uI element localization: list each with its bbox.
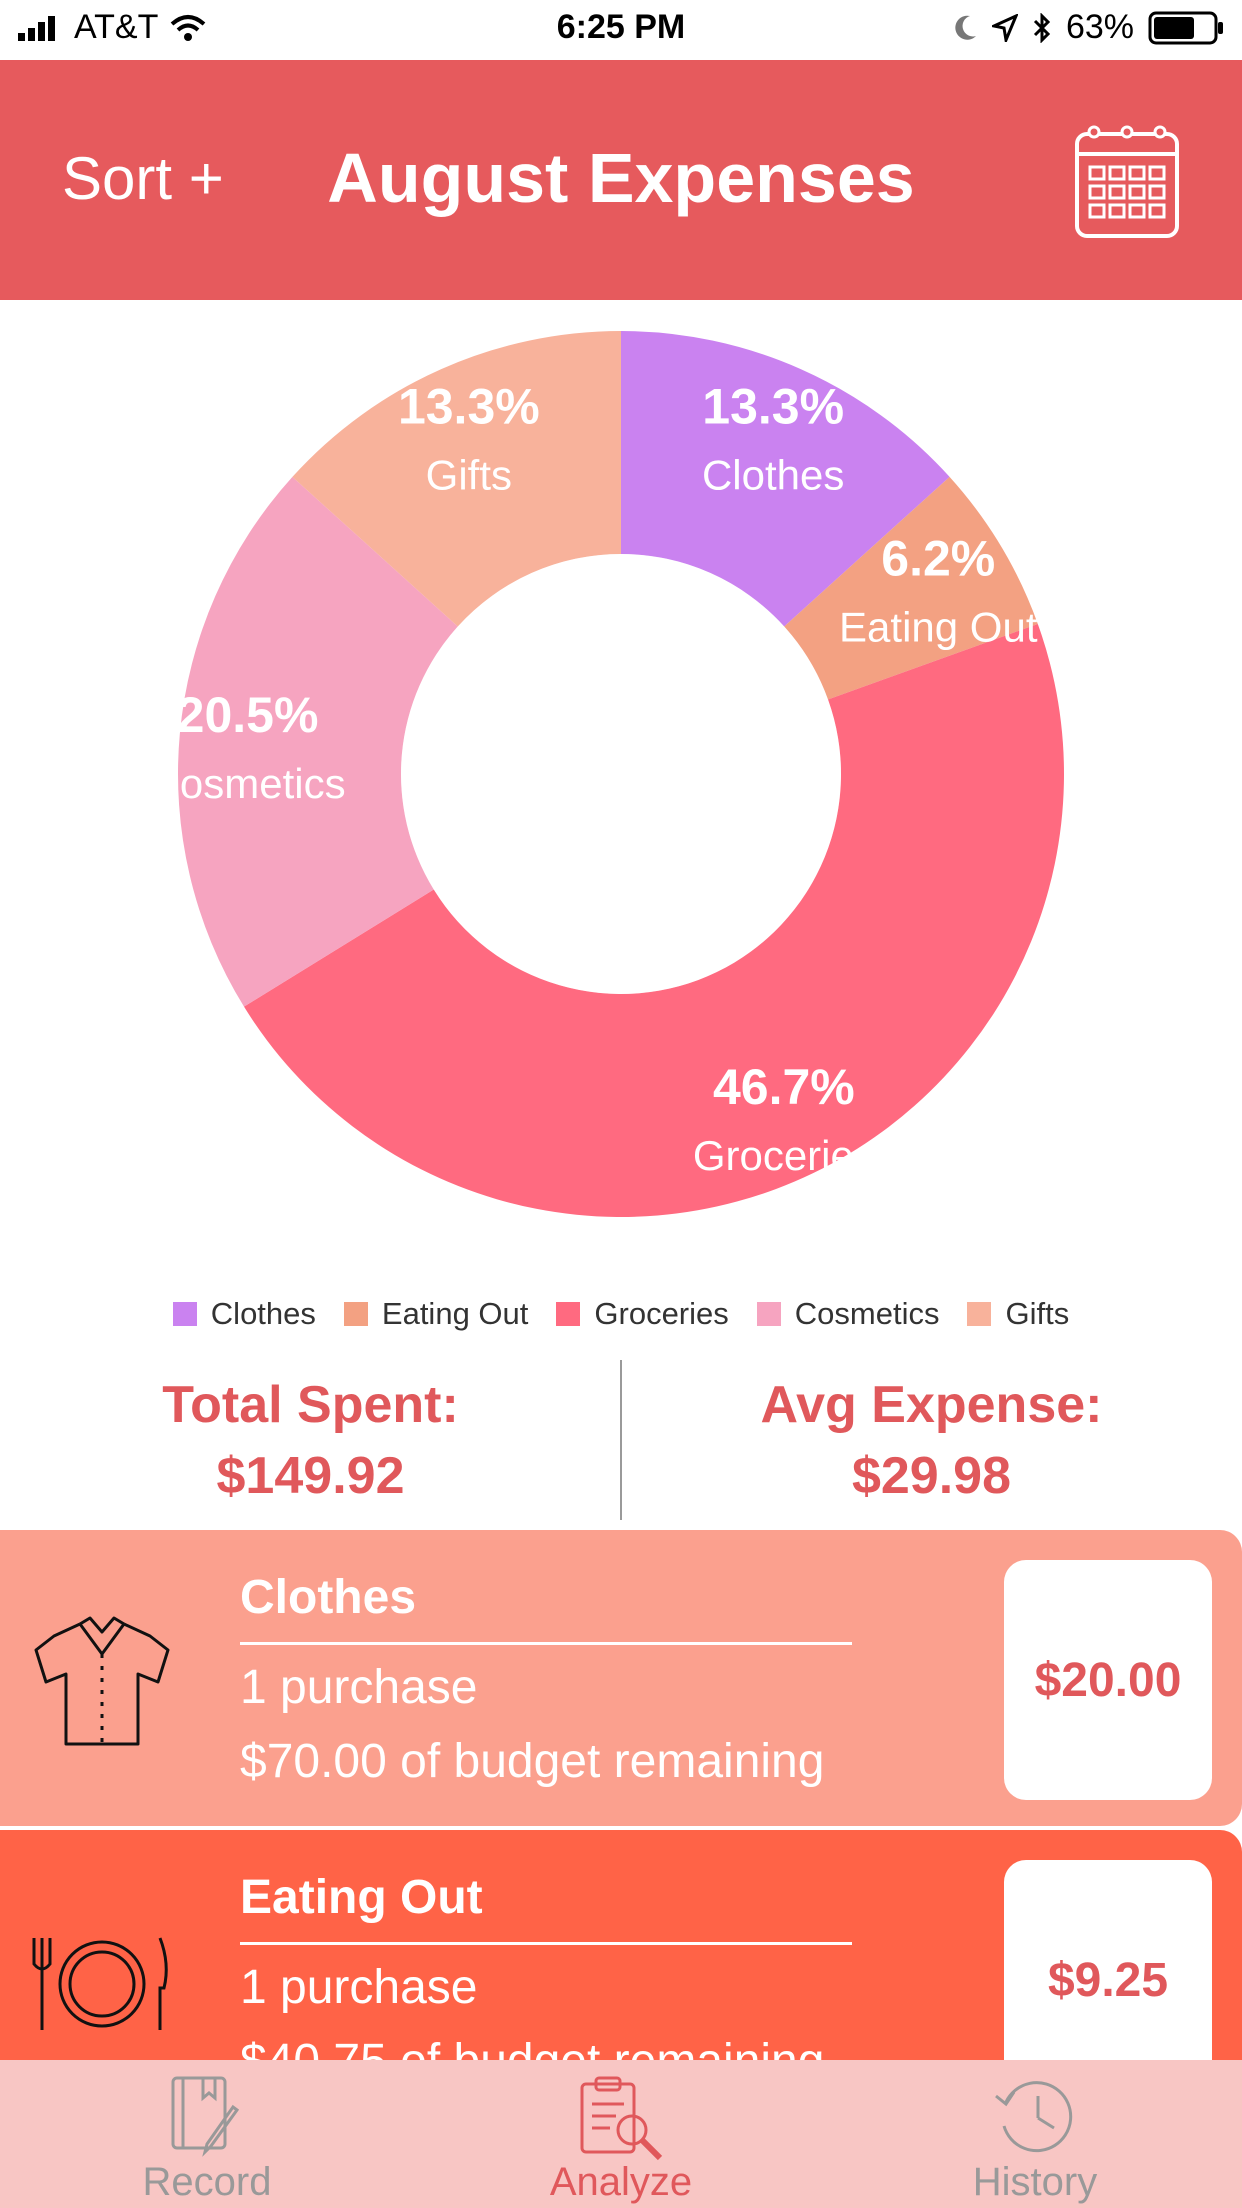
- status-bar: AT&T 6:25 PM 63%: [0, 0, 1242, 60]
- category-divider: [240, 1642, 852, 1645]
- tab-history[interactable]: History: [828, 2060, 1242, 2208]
- slice-percent-cosmetics: 20.5%: [177, 687, 319, 743]
- slice-label-gifts: Gifts: [426, 451, 512, 498]
- category-card-clothes[interactable]: Clothes 1 purchase $70.00 of budget rema…: [0, 1530, 1242, 1826]
- legend-item-cosmetics: Cosmetics: [756, 1296, 940, 1332]
- battery-icon: [1148, 11, 1223, 44]
- slice-label-cosmetics: Cosmetics: [150, 760, 346, 807]
- tab-label: Analyze: [549, 2160, 693, 2204]
- legend-swatch: [967, 1302, 992, 1326]
- slice-label-eating-out: Eating Out: [839, 604, 1038, 651]
- category-name: Clothes: [240, 1571, 417, 1624]
- slice-percent-gifts: 13.3%: [398, 378, 540, 434]
- tab-label: Record: [142, 2160, 272, 2204]
- battery-percent: 63%: [1065, 8, 1134, 46]
- avg-expense-label: Avg Expense:: [760, 1376, 1103, 1434]
- total-spent-label: Total Spent:: [162, 1376, 459, 1434]
- legend-item-clothes: Clothes: [172, 1296, 316, 1332]
- slice-label-clothes: Clothes: [702, 451, 844, 498]
- legend-label: Gifts: [1005, 1296, 1070, 1331]
- legend-item-gifts: Gifts: [967, 1296, 1069, 1332]
- chart-legend: Clothes Eating Out Groceries Cosmetics Gifts: [0, 1296, 1242, 1332]
- tab-bar: Record Analyze History: [0, 2060, 1242, 2208]
- purchase-count: 1 purchase: [240, 1661, 478, 1714]
- legend-label: Eating Out: [381, 1296, 529, 1331]
- donut-chart: 13.3% Clothes 6.2% Eating Out 46.7% Groceries…: [150, 331, 1064, 1217]
- legend-swatch: [556, 1302, 581, 1326]
- donut-hole: [425, 578, 817, 970]
- page-title: August Expenses: [327, 139, 915, 217]
- legend-swatch: [756, 1302, 781, 1326]
- legend-label: Groceries: [594, 1296, 729, 1331]
- tab-label: History: [972, 2160, 1098, 2204]
- legend-swatch: [343, 1302, 368, 1326]
- avg-expense: Avg Expense: $29.98: [621, 1360, 1242, 1512]
- notebook-pencil-icon: [167, 2074, 247, 2163]
- tab-analyze[interactable]: Analyze: [414, 2060, 828, 2208]
- category-divider: [240, 1942, 852, 1945]
- clipboard-magnifier-icon: [576, 2074, 666, 2167]
- calendar-icon: [1075, 125, 1179, 238]
- slice-percent-clothes: 13.3%: [702, 378, 844, 434]
- legend-label: Clothes: [210, 1296, 316, 1331]
- tab-record[interactable]: Record: [0, 2060, 414, 2208]
- legend-swatch: [172, 1302, 197, 1326]
- total-spent-value: $149.92: [216, 1447, 405, 1505]
- plate-fork-knife-icon: [32, 1934, 172, 2039]
- slice-label-groceries: Groceries: [693, 1132, 875, 1179]
- app-header: Sort + August Expenses: [0, 60, 1242, 300]
- clock-history-icon: [992, 2074, 1078, 2163]
- avg-expense-value: $29.98: [851, 1447, 1012, 1505]
- legend-item-groceries: Groceries: [556, 1296, 729, 1332]
- purchase-count: 1 purchase: [240, 1961, 478, 2014]
- slice-percent-eating-out: 6.2%: [881, 531, 995, 587]
- summary-stats: Total Spent: $149.92 Avg Expense: $29.98: [0, 1360, 1242, 1520]
- category-amount: $20.00: [1004, 1560, 1212, 1800]
- slice-percent-groceries: 46.7%: [713, 1059, 855, 1115]
- shirt-icon: [32, 1610, 172, 1755]
- category-name: Eating Out: [240, 1871, 483, 1924]
- location-arrow-icon: [991, 13, 1018, 42]
- bluetooth-icon: [1033, 12, 1051, 43]
- calendar-button[interactable]: [1074, 122, 1180, 245]
- legend-item-eating-out: Eating Out: [343, 1296, 529, 1332]
- budget-remaining: $70.00 of budget remaining: [240, 1735, 825, 1788]
- total-spent: Total Spent: $149.92: [0, 1360, 621, 1512]
- expense-chart: 13.3% Clothes 6.2% Eating Out 46.7% Groceries…: [0, 300, 1242, 1300]
- legend-label: Cosmetics: [794, 1296, 940, 1331]
- moon-icon: [955, 15, 976, 40]
